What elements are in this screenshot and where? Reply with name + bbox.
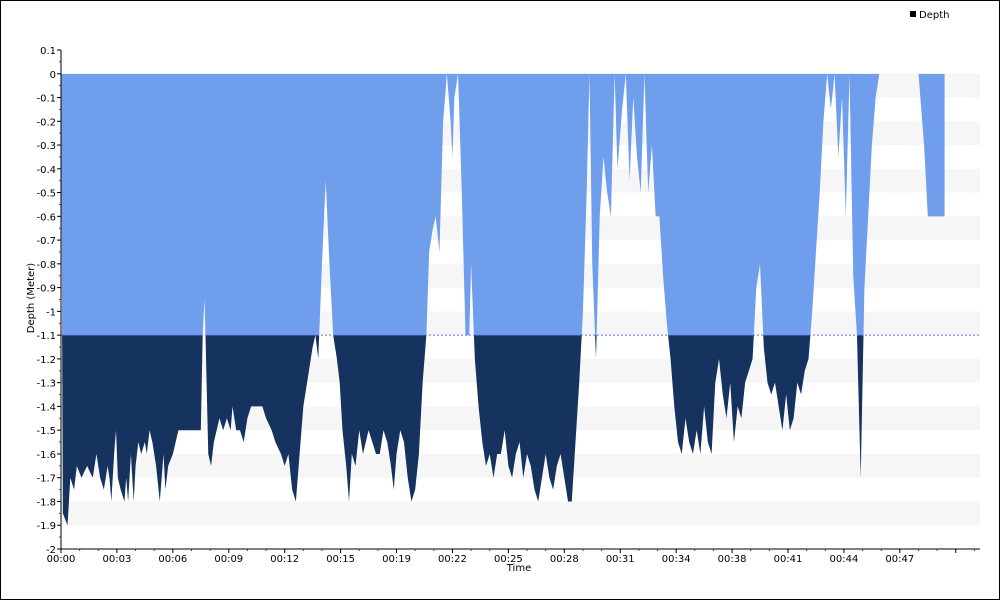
- legend-label: Depth: [919, 10, 949, 21]
- x-tick-label: 00:28: [550, 554, 579, 565]
- y-tick-label: -0.2: [36, 117, 56, 128]
- y-tick-label: -1.5: [36, 426, 56, 437]
- y-tick-label: -1.8: [36, 497, 56, 508]
- x-tick-label: 00:31: [606, 554, 635, 565]
- x-tick-label: 00:19: [382, 554, 411, 565]
- y-tick-label: -1: [46, 307, 56, 318]
- grid-band: [61, 453, 980, 478]
- y-tick-label: 0: [50, 70, 56, 81]
- x-tick-label: 00:44: [830, 554, 859, 565]
- x-tick-label: 00:06: [158, 554, 187, 565]
- y-tick-label: -1.4: [36, 402, 56, 413]
- y-tick-label: -0.6: [36, 212, 56, 223]
- y-tick-label: -1.9: [36, 521, 56, 532]
- y-tick-label: -0.5: [36, 189, 56, 200]
- legend: Depth: [910, 10, 949, 21]
- x-tick-label: 00:34: [662, 554, 691, 565]
- x-tick-label: 00:00: [47, 554, 76, 565]
- x-tick-label: 00:38: [718, 554, 747, 565]
- x-tick-label: 00:47: [885, 554, 914, 565]
- y-axis-title: Depth (Meter): [26, 263, 37, 334]
- y-tick-label: -0.4: [36, 165, 56, 176]
- y-tick-label: -1.7: [36, 474, 56, 485]
- y-tick-label: 0.1: [40, 46, 56, 57]
- legend-swatch: [910, 11, 916, 17]
- y-tick-label: -1.6: [36, 450, 56, 461]
- x-axis-title: Time: [506, 563, 531, 574]
- y-tick-label: -0.1: [36, 94, 56, 105]
- depth-area-chart: 0.1 0 -0.1 -0.2 -0.3 -0.4 -0.5 -0.6 -0.7 -0.8 -0.9…: [26, 10, 980, 574]
- x-tick-label: 00:41: [774, 554, 803, 565]
- y-tick-label: -0.8: [36, 260, 56, 271]
- y-tick-label: -1.1: [36, 331, 56, 342]
- y-tick-label: -0.9: [36, 284, 56, 295]
- x-tick-label: 00:12: [270, 554, 299, 565]
- x-tick-label: 00:03: [103, 554, 132, 565]
- y-tick-label: -1.3: [36, 379, 56, 390]
- x-tick-label: 00:22: [438, 554, 467, 565]
- y-ticks: 0.1 0 -0.1 -0.2 -0.3 -0.4 -0.5 -0.6 -0.7 -0.8 -0.9…: [36, 46, 61, 556]
- grid-band: [61, 501, 980, 526]
- y-tick-label: -1.2: [36, 355, 56, 366]
- x-tick-label: 00:09: [214, 554, 243, 565]
- x-tick-label: 00:15: [326, 554, 355, 565]
- y-tick-label: -0.7: [36, 236, 56, 247]
- y-tick-label: -0.3: [36, 141, 56, 152]
